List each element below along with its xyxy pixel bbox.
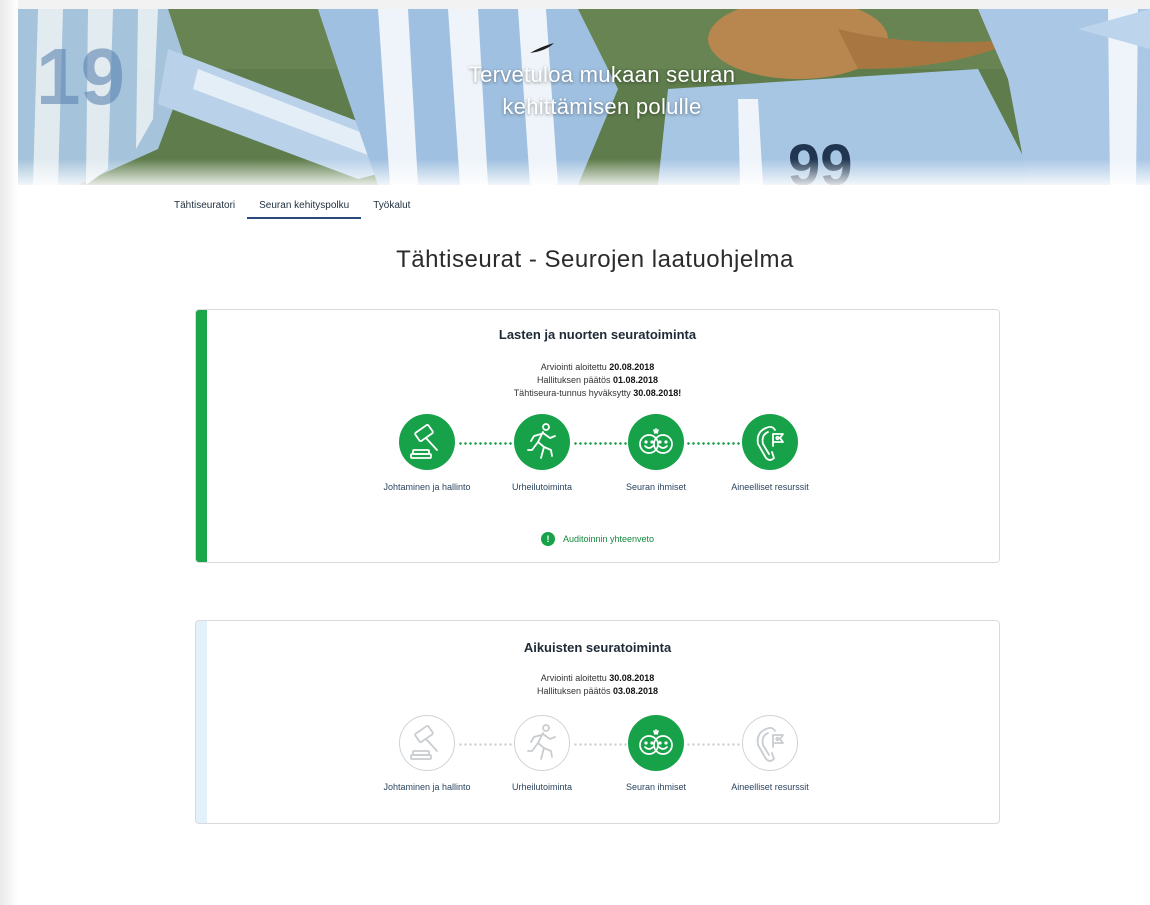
hero-fade	[18, 159, 1150, 185]
step-seuran-ihmiset[interactable]	[628, 414, 684, 470]
step-label[interactable]: Aineelliset resurssit	[705, 782, 835, 792]
step-label[interactable]: Aineelliset resurssit	[705, 482, 835, 492]
smileys-icon	[628, 414, 684, 470]
card-title: Lasten ja nuorten seuratoiminta	[498, 327, 697, 342]
step-label[interactable]: Johtaminen ja hallinto	[362, 782, 492, 792]
smileys-icon	[628, 715, 684, 771]
meta-value: 03.08.2018	[613, 686, 659, 696]
step-connector	[686, 442, 742, 445]
meta-tunnus-hyvaksytty: Tähtiseura-tunnus hyväksytty 30.08.2018!	[196, 387, 999, 399]
step-connector	[458, 743, 514, 746]
step-urheilutoiminta[interactable]	[514, 414, 570, 470]
audit-summary-label: Auditoinnin yhteenveto	[562, 534, 655, 544]
program-card-lasten-ja-nuorten: Lasten ja nuorten seuratoiminta Arvioint…	[195, 309, 1000, 563]
meta-arviointi-aloitettu: Arviointi aloitettu 20.08.2018	[196, 361, 999, 373]
step-connector	[686, 743, 742, 746]
runner-icon	[514, 715, 570, 771]
tab-seuran-kehityspolku[interactable]: Seuran kehityspolku	[247, 198, 362, 219]
hero-banner: 19 99 Tervetuloa mukaan seuran kehittämi…	[18, 9, 1150, 185]
audit-summary-link[interactable]: ! Auditoinnin yhteenveto	[196, 532, 999, 546]
meta-hallituksen-paatos: Hallituksen päätös 01.08.2018	[196, 374, 999, 386]
meta-label: Hallituksen päätös	[536, 375, 613, 385]
meta-label: Hallituksen päätös	[536, 686, 613, 696]
carabiner-flag-icon	[742, 715, 798, 771]
hero-title-line2: kehittämisen polulle	[502, 94, 702, 119]
carabiner-flag-icon	[742, 414, 798, 470]
step-aineelliset-resurssit[interactable]	[742, 715, 798, 771]
step-aineelliset-resurssit[interactable]	[742, 414, 798, 470]
step-connector	[573, 442, 628, 445]
hero-title: Tervetuloa mukaan seuran kehittämisen po…	[18, 59, 1150, 123]
step-label[interactable]: Seuran ihmiset	[591, 482, 721, 492]
tab-tahtiseuratori[interactable]: Tähtiseuratori	[174, 198, 247, 219]
step-path: Johtaminen ja hallinto Urheilutoiminta S…	[196, 414, 999, 494]
meta-hallituksen-paatos: Hallituksen päätös 03.08.2018	[196, 685, 999, 697]
meta-value: 20.08.2018	[609, 362, 655, 372]
step-label[interactable]: Urheilutoiminta	[477, 482, 607, 492]
meta-label: Arviointi aloitettu	[540, 673, 610, 683]
window-top-edge	[0, 0, 1150, 9]
hero-title-line1: Tervetuloa mukaan seuran	[468, 62, 736, 87]
meta-label: Tähtiseura-tunnus hyväksytty	[513, 388, 634, 398]
card-title: Aikuisten seuratoiminta	[523, 640, 672, 655]
step-johtaminen-ja-hallinto[interactable]	[399, 414, 455, 470]
step-path: Johtaminen ja hallinto Urheilutoiminta S…	[196, 715, 999, 795]
tab-tyokalut[interactable]: Työkalut	[361, 198, 422, 219]
step-label[interactable]: Johtaminen ja hallinto	[362, 482, 492, 492]
window-left-edge	[0, 0, 18, 905]
step-connector	[573, 743, 628, 746]
program-card-aikuisten: Aikuisten seuratoiminta Arviointi aloite…	[195, 620, 1000, 824]
meta-arviointi-aloitettu: Arviointi aloitettu 30.08.2018	[196, 672, 999, 684]
gavel-icon	[399, 414, 455, 470]
runner-icon	[514, 414, 570, 470]
step-johtaminen-ja-hallinto[interactable]	[399, 715, 455, 771]
step-urheilutoiminta[interactable]	[514, 715, 570, 771]
step-label[interactable]: Urheilutoiminta	[477, 782, 607, 792]
page-title: Tähtiseurat - Seurojen laatuohjelma	[396, 246, 794, 273]
alert-icon: !	[540, 532, 555, 546]
meta-value: 01.08.2018	[613, 375, 659, 385]
step-label[interactable]: Seuran ihmiset	[591, 782, 721, 792]
meta-value: 30.08.2018!	[633, 388, 682, 398]
step-connector	[458, 442, 514, 445]
step-seuran-ihmiset[interactable]	[628, 715, 684, 771]
section-tabs: Tähtiseuratori Seuran kehityspolku Työka…	[174, 198, 422, 219]
gavel-icon	[399, 715, 455, 771]
meta-value: 30.08.2018	[609, 673, 655, 683]
meta-label: Arviointi aloitettu	[540, 362, 610, 372]
